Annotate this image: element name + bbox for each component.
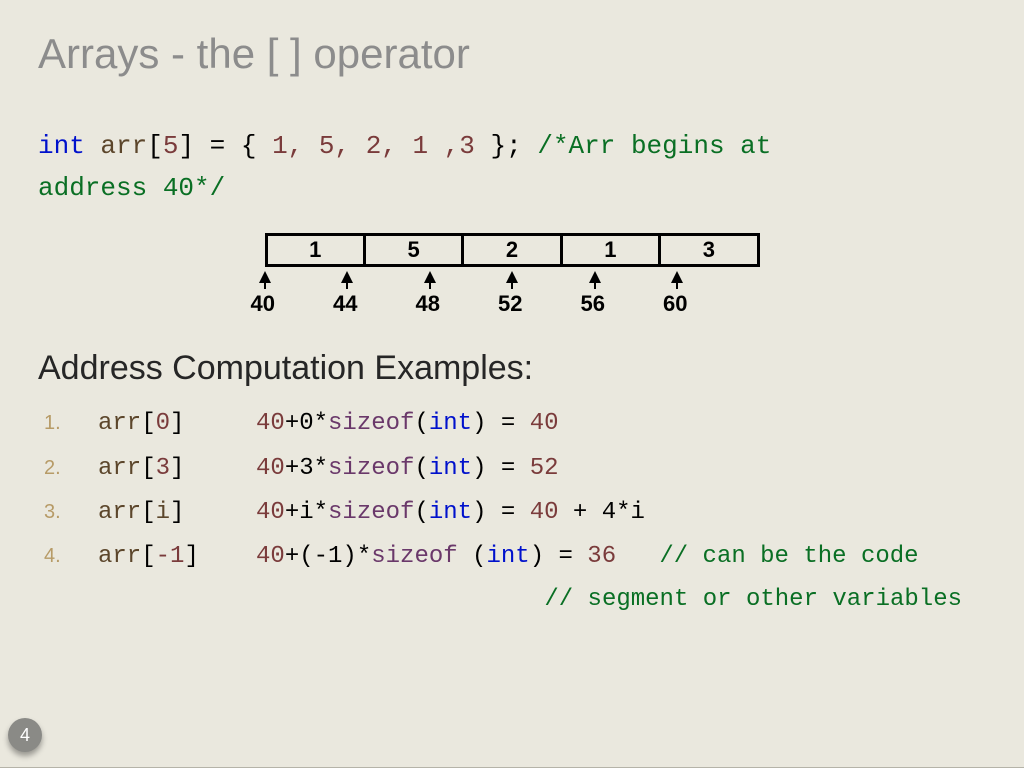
example-row: 4. arr[-1] 40+(-1)*sizeof (int) = 36 // … bbox=[44, 535, 986, 579]
array-cell: 5 bbox=[366, 236, 464, 264]
array-cell: 1 bbox=[268, 236, 366, 264]
array-name: arr bbox=[100, 131, 147, 161]
address-label: 48 bbox=[416, 291, 440, 317]
list-number: 1. bbox=[44, 405, 98, 442]
address-label: 60 bbox=[663, 291, 687, 317]
address-label: 44 bbox=[333, 291, 357, 317]
address-label: 52 bbox=[498, 291, 522, 317]
array-cell: 2 bbox=[464, 236, 562, 264]
array-diagram: 1 5 2 1 3 40 44 48 52 56 60 bbox=[265, 233, 760, 317]
array-cell: 3 bbox=[661, 236, 756, 264]
example-row: 1. arr[0] 40+0*sizeof(int) = 40 bbox=[44, 402, 986, 446]
comment-part2: address 40*/ bbox=[38, 173, 225, 203]
subheading: Address Computation Examples: bbox=[38, 349, 986, 388]
slide-title: Arrays - the [ ] operator bbox=[38, 30, 986, 78]
comment-part1: /*Arr begins at bbox=[537, 131, 771, 161]
address-label: 40 bbox=[251, 291, 275, 317]
inline-comment: // can be the code bbox=[659, 543, 918, 570]
address-label: 56 bbox=[581, 291, 605, 317]
example-row: 2. arr[3] 40+3*sizeof(int) = 52 bbox=[44, 447, 986, 491]
list-number: 3. bbox=[44, 494, 98, 531]
examples-list: 1. arr[0] 40+0*sizeof(int) = 40 2. arr[3… bbox=[38, 402, 986, 613]
array-init-values: 1, 5, 2, 1 ,3 bbox=[272, 131, 475, 161]
array-cell: 1 bbox=[563, 236, 661, 264]
list-number: 4. bbox=[44, 538, 98, 575]
array-size: 5 bbox=[163, 131, 179, 161]
array-cells-row: 1 5 2 1 3 bbox=[265, 233, 760, 267]
list-number: 2. bbox=[44, 450, 98, 487]
trailing-comment: // segment or other variables bbox=[44, 586, 986, 613]
address-row: 40 44 48 52 56 60 bbox=[265, 267, 760, 317]
type-keyword: int bbox=[38, 131, 85, 161]
declaration-line: int arr[5] = { 1, 5, 2, 1 ,3 }; /*Arr be… bbox=[38, 126, 986, 168]
page-number-badge: 4 bbox=[8, 718, 42, 752]
example-row: 3. arr[i] 40+i*sizeof(int) = 40 + 4*i bbox=[44, 491, 986, 535]
